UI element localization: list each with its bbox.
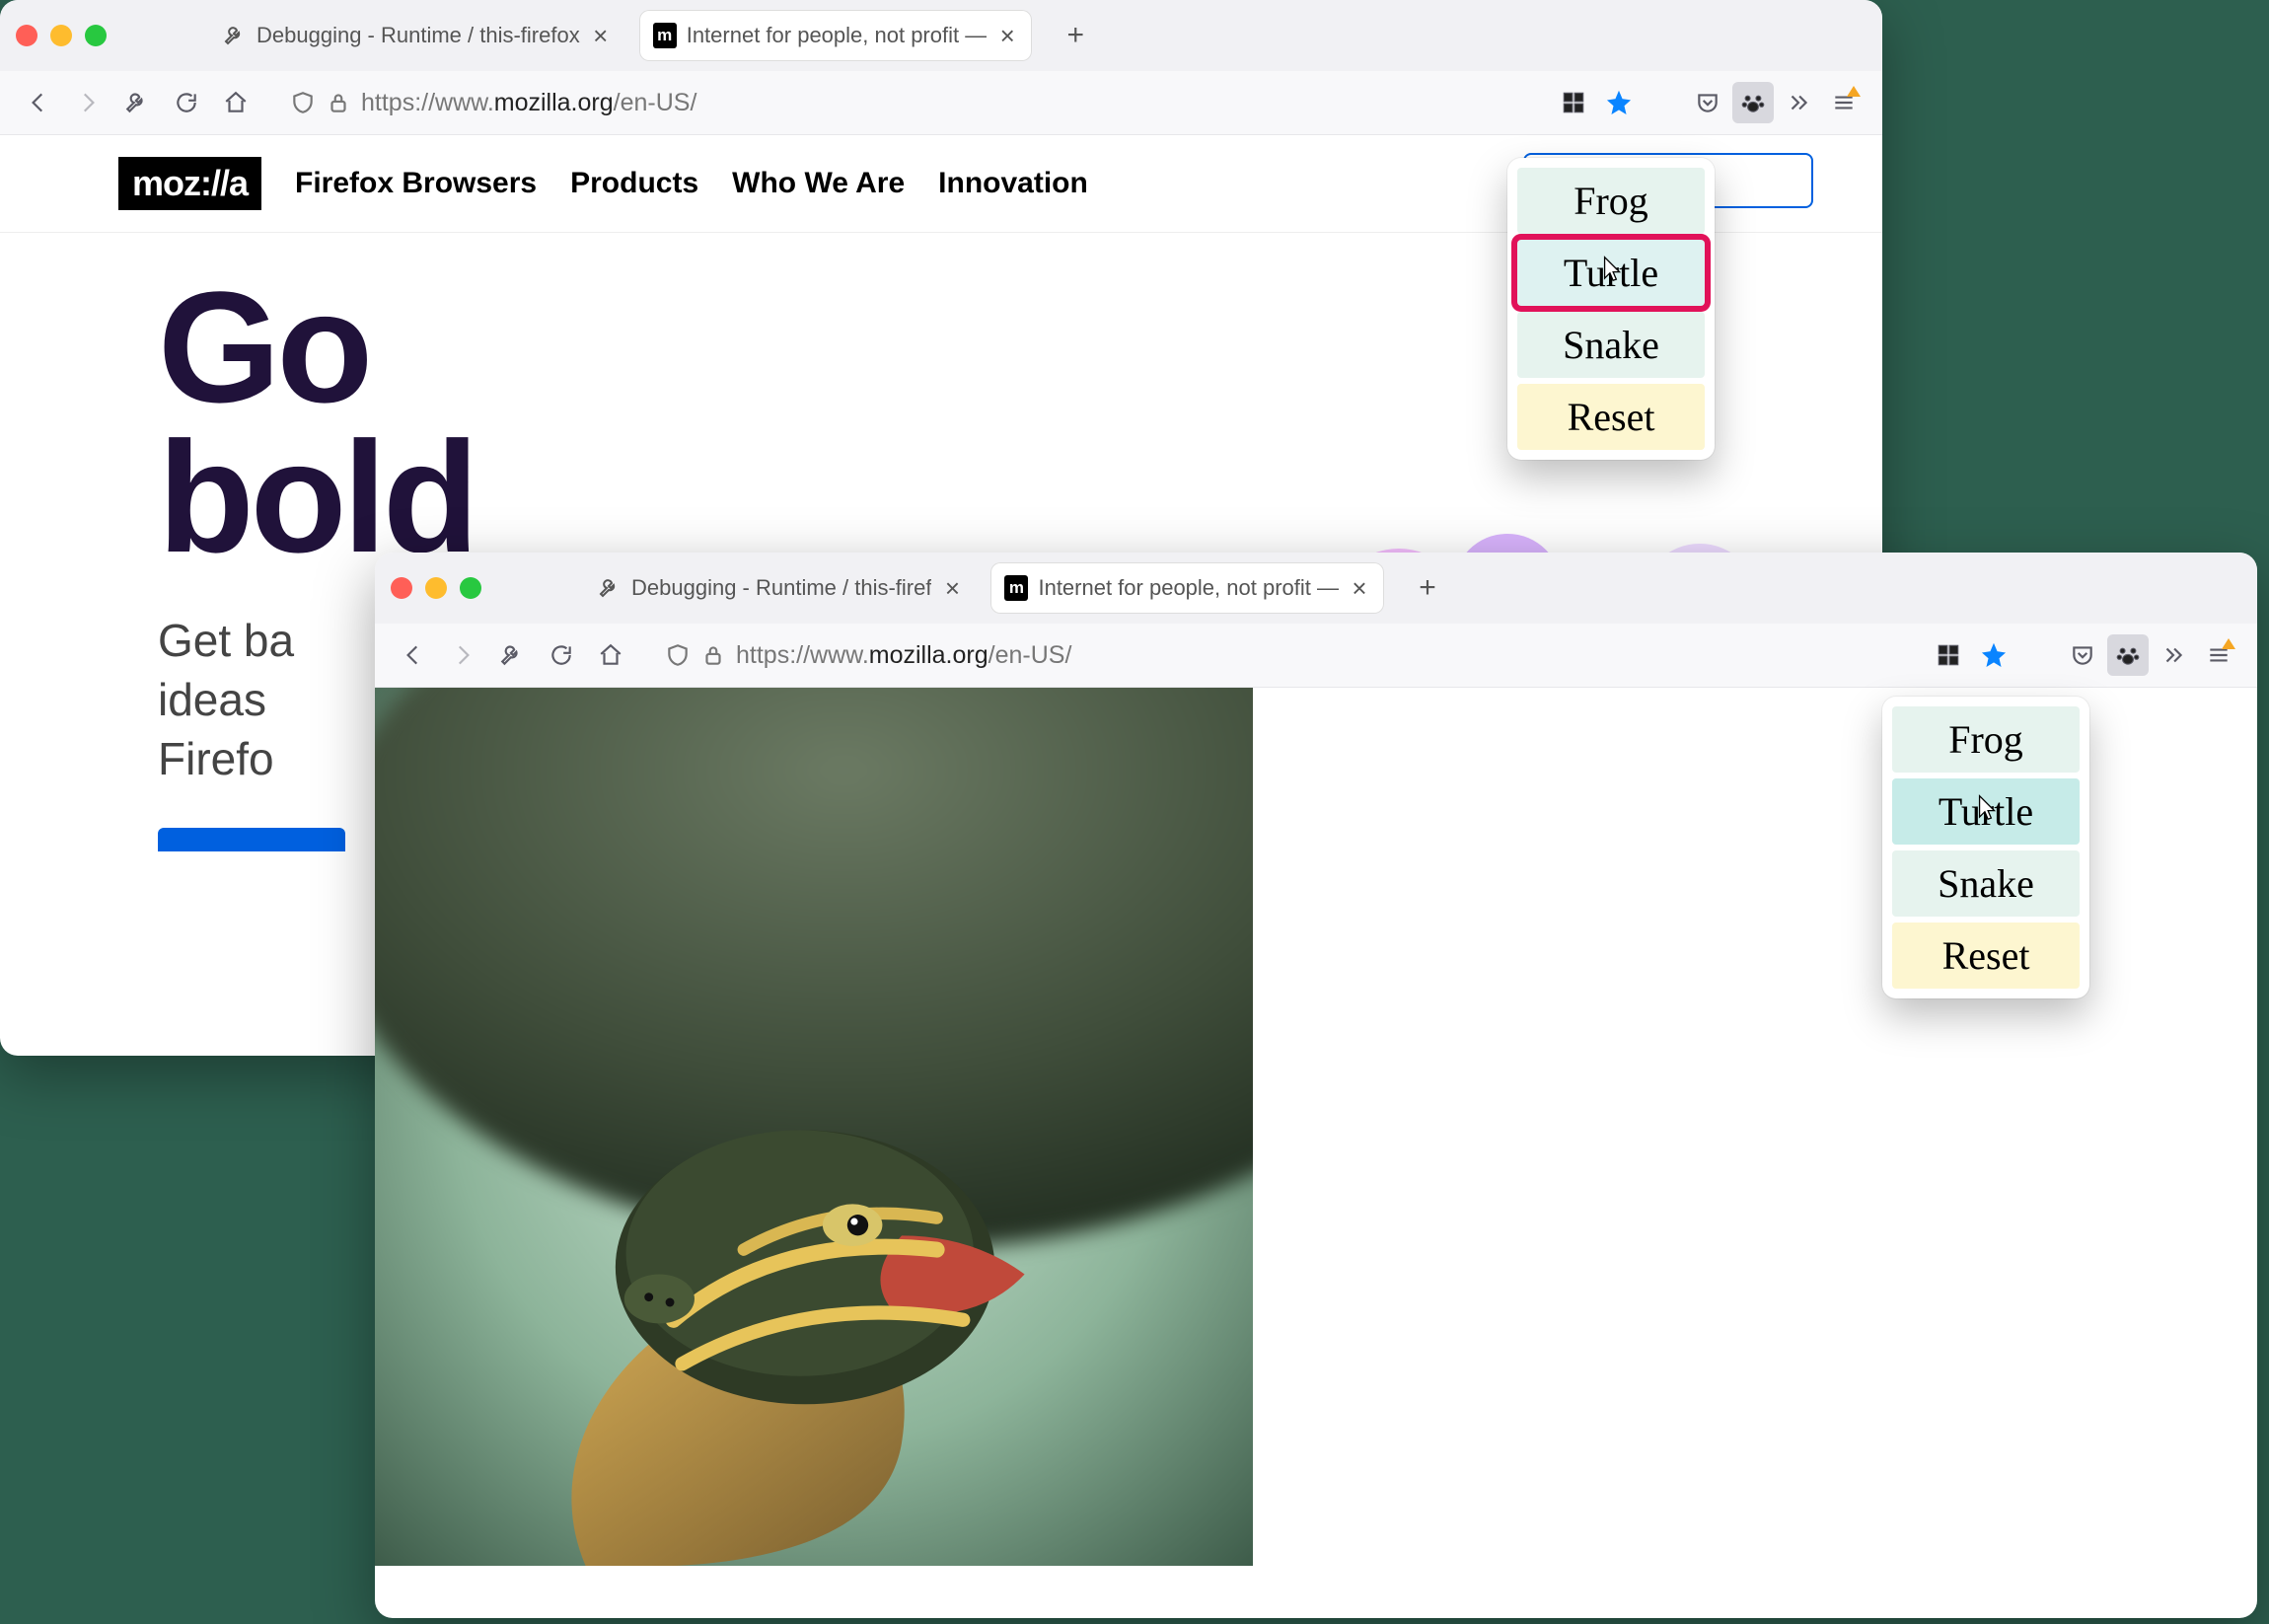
nav-products[interactable]: Products [570,167,698,200]
toolbar: https://www.mozilla.org/en-US/ [375,624,2257,688]
bookmark-star-icon[interactable] [1973,634,2014,676]
tab-debugging[interactable]: Debugging - Runtime / this-firefox × [209,10,625,61]
extension-paw-icon[interactable] [1732,82,1774,123]
hero-cta-button[interactable] [158,828,345,851]
hero-headline: Go bold [158,272,1724,572]
cursor-icon [1598,255,1624,291]
tab-title: Internet for people, not profit — [687,23,988,48]
close-tab-icon[interactable]: × [1349,573,1370,604]
mozilla-favicon: m [653,24,677,47]
close-window-icon[interactable] [16,25,37,46]
forward-button[interactable] [442,634,483,676]
maximize-window-icon[interactable] [85,25,107,46]
popup-item-frog[interactable]: Frog [1892,706,2080,773]
reload-button[interactable] [541,634,582,676]
bookmark-star-icon[interactable] [1598,82,1640,123]
pocket-icon[interactable] [2062,634,2103,676]
popup-item-turtle[interactable]: Turtle [1517,240,1705,306]
pocket-icon[interactable] [1687,82,1728,123]
home-button[interactable] [590,634,631,676]
popup-item-reset[interactable]: Reset [1892,923,2080,989]
wrench-icon [598,576,622,600]
url-text: https://www.mozilla.org/en-US/ [361,89,696,117]
extension-popup: Frog Turtle Snake Reset [1507,158,1715,460]
wrench-icon [223,24,247,47]
shield-icon [290,90,316,115]
container-icon[interactable] [1928,634,1969,676]
close-tab-icon[interactable]: × [996,21,1018,51]
popup-item-frog[interactable]: Frog [1517,168,1705,234]
nav-firefox[interactable]: Firefox Browsers [295,167,537,200]
popup-item-snake[interactable]: Snake [1517,312,1705,378]
home-button[interactable] [215,82,256,123]
mozilla-logo[interactable]: moz://a [118,157,261,210]
close-tab-icon[interactable]: × [941,573,963,604]
close-window-icon[interactable] [391,577,412,599]
tab-title: Debugging - Runtime / this-firef [631,575,931,601]
toolbar: https://www.mozilla.org/en-US/ [0,71,1882,135]
extension-popup: Frog Turtle Snake Reset [1882,697,2089,998]
tab-mozilla[interactable]: m Internet for people, not profit — × [990,562,1384,614]
new-tab-button[interactable]: + [1408,568,1447,608]
lock-icon [326,90,351,115]
address-bar[interactable]: https://www.mozilla.org/en-US/ [276,80,1533,125]
app-menu-icon[interactable] [2198,634,2239,676]
app-menu-icon[interactable] [1823,82,1865,123]
tab-title: Internet for people, not profit — [1038,575,1339,601]
tab-debugging[interactable]: Debugging - Runtime / this-firef × [584,562,977,614]
tab-strip: Debugging - Runtime / this-firefox × m I… [0,0,1882,71]
tab-title: Debugging - Runtime / this-firefox [256,23,580,48]
overflow-chevrons-icon[interactable] [1778,82,1819,123]
beastify-image-turtle [375,688,1253,1566]
container-icon[interactable] [1553,82,1594,123]
window-controls [391,577,481,599]
maximize-window-icon[interactable] [460,577,481,599]
devtools-button[interactable] [491,634,533,676]
tab-mozilla[interactable]: m Internet for people, not profit — × [639,10,1033,61]
nav-who-we-are[interactable]: Who We Are [732,167,905,200]
nav-innovation[interactable]: Innovation [938,167,1088,200]
tab-strip: Debugging - Runtime / this-firef × m Int… [375,553,2257,624]
url-text: https://www.mozilla.org/en-US/ [736,641,1071,670]
close-tab-icon[interactable]: × [590,21,612,51]
mozilla-favicon: m [1004,576,1028,600]
extension-paw-icon[interactable] [2107,634,2149,676]
minimize-window-icon[interactable] [50,25,72,46]
back-button[interactable] [18,82,59,123]
overflow-chevrons-icon[interactable] [2153,634,2194,676]
window-controls [16,25,107,46]
address-bar[interactable]: https://www.mozilla.org/en-US/ [651,632,1908,678]
forward-button[interactable] [67,82,109,123]
reload-button[interactable] [166,82,207,123]
minimize-window-icon[interactable] [425,577,447,599]
popup-item-snake[interactable]: Snake [1892,850,2080,917]
shield-icon [665,642,691,668]
browser-window-after: Debugging - Runtime / this-firef × m Int… [375,553,2257,1618]
popup-item-reset[interactable]: Reset [1517,384,1705,450]
cursor-icon [1973,793,1999,830]
popup-item-turtle[interactable]: Turtle [1892,778,2080,845]
lock-icon [700,642,726,668]
new-tab-button[interactable]: + [1056,16,1095,55]
devtools-button[interactable] [116,82,158,123]
back-button[interactable] [393,634,434,676]
